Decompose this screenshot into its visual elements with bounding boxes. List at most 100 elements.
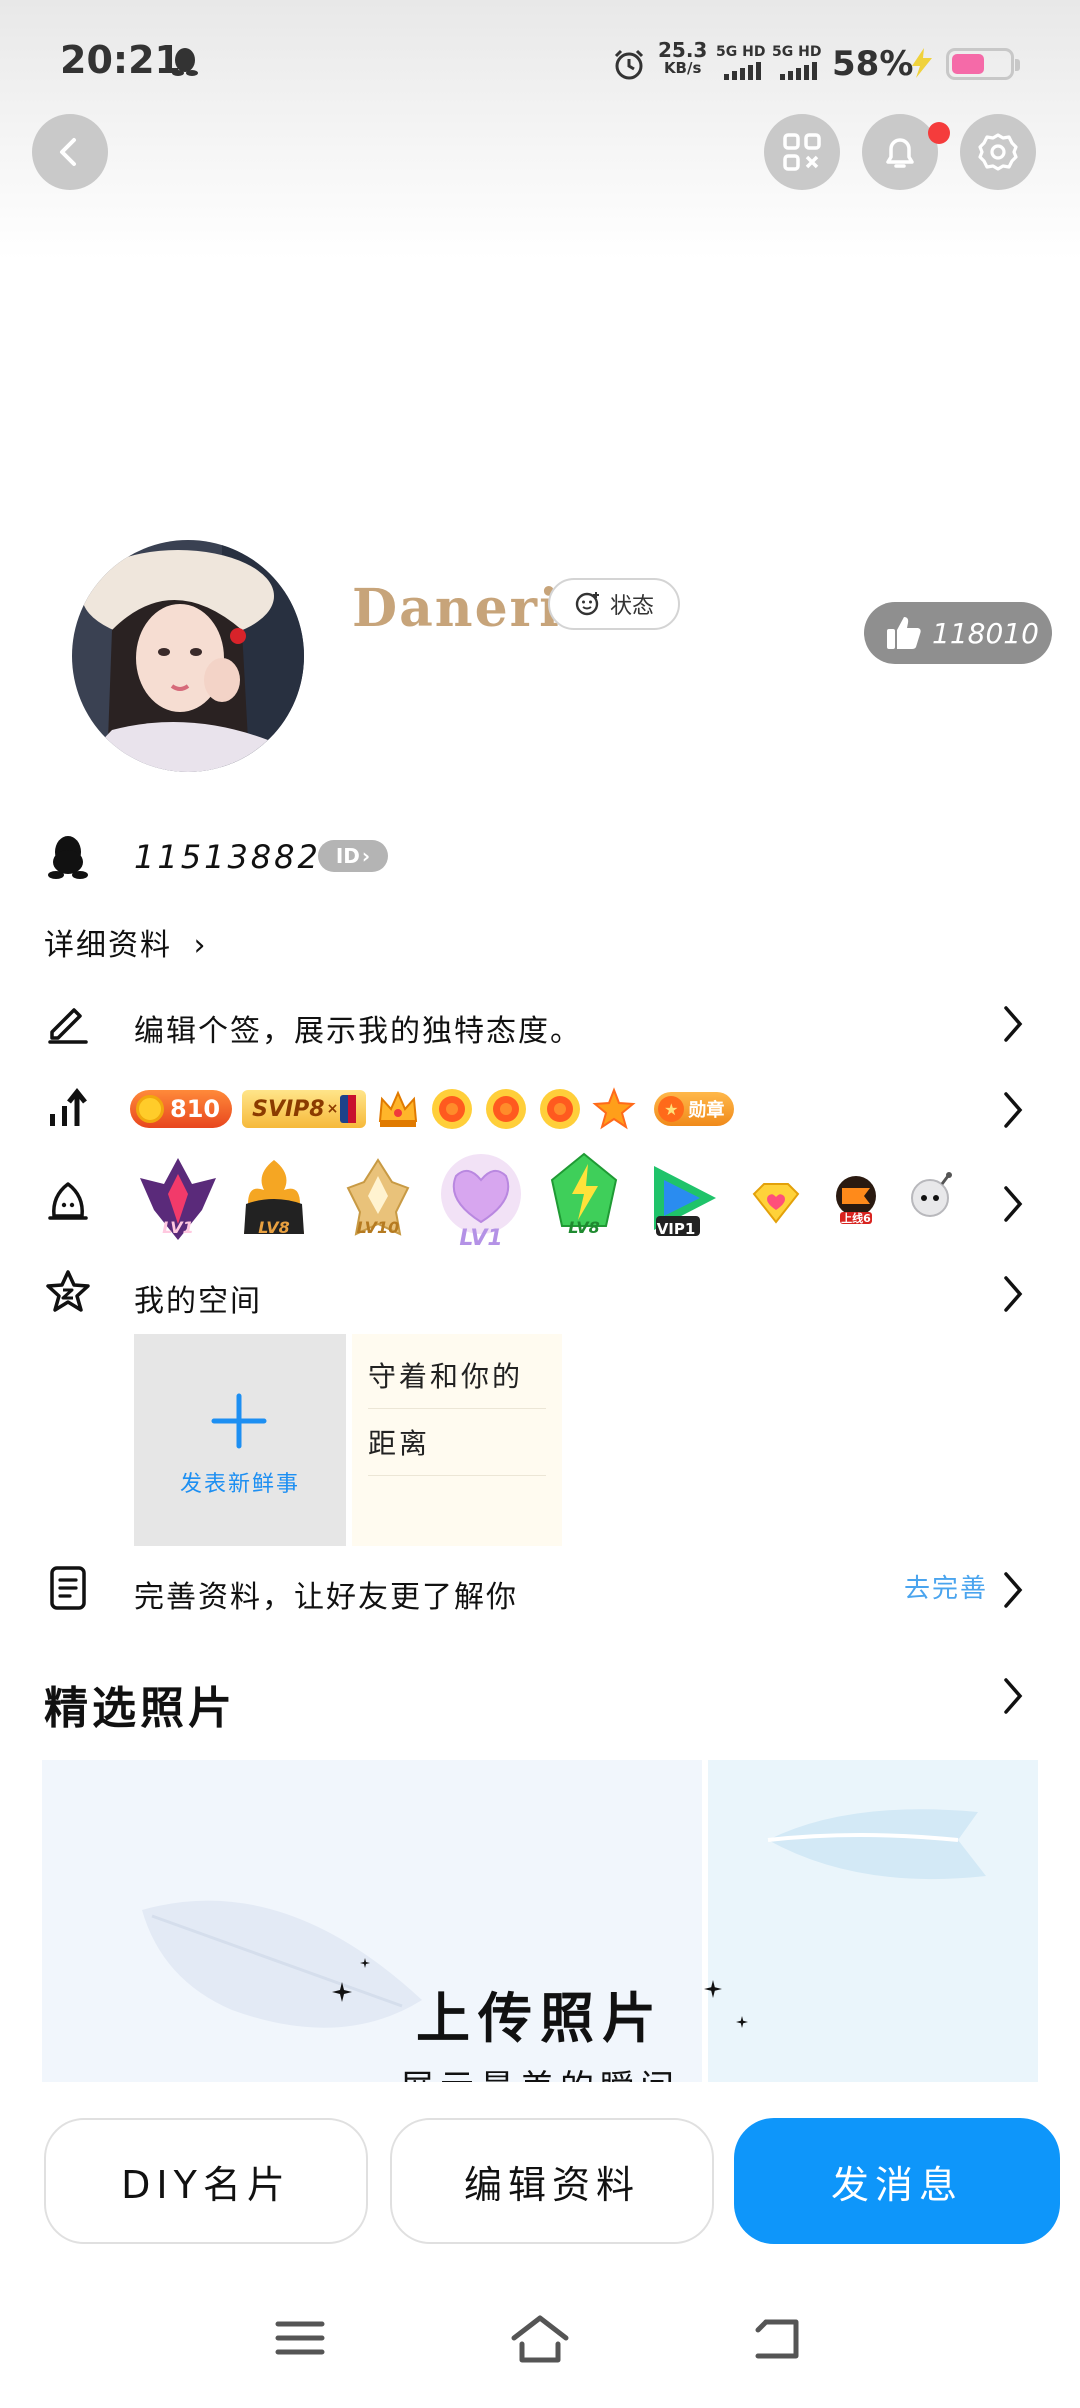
- detail-info-label: 详细资料: [44, 928, 172, 963]
- notification-dot: [928, 122, 950, 144]
- game-badge-6[interactable]: VIP1: [646, 1160, 722, 1240]
- space-post-line-2: 距离: [368, 1427, 546, 1476]
- notification-button[interactable]: [862, 114, 938, 190]
- chevron-right-icon: [1004, 1276, 1023, 1312]
- star-outline-icon: [46, 1270, 90, 1312]
- chevron-right-icon: [1004, 1006, 1023, 1042]
- sim2-label: 5G HD: [772, 44, 822, 60]
- game-badge-8[interactable]: 上线6: [830, 1172, 882, 1228]
- svip-badge: SVIP8 ×: [242, 1090, 367, 1128]
- send-message-label: 发消息: [830, 2162, 963, 2207]
- bell-icon: [886, 138, 914, 168]
- sparkle-icon: [360, 1958, 370, 1968]
- diamond-heart-icon: [752, 1183, 800, 1224]
- game-level-6: VIP1: [656, 1220, 696, 1238]
- qq-penguin-icon: [172, 48, 198, 76]
- edit-profile-label: 编辑资料: [463, 2162, 640, 2207]
- game-badge-2[interactable]: LV8: [234, 1154, 314, 1244]
- clock: 20:21: [60, 38, 181, 82]
- id-badge[interactable]: ID ›: [318, 840, 388, 872]
- svip-label: SVIP8: [252, 1096, 325, 1122]
- add-emoji-icon: [575, 592, 599, 616]
- space-post-card[interactable]: 守着和你的 距离: [352, 1334, 562, 1546]
- game-bell-icon: [48, 1182, 88, 1220]
- plus-icon: [211, 1393, 267, 1449]
- chevron-right-icon[interactable]: [1000, 1676, 1026, 1716]
- game-badge-5[interactable]: LV8: [544, 1150, 624, 1246]
- qq-level-value: 810: [170, 1095, 221, 1123]
- sun-icon: [540, 1089, 581, 1129]
- sun-icon: [432, 1089, 473, 1129]
- send-message-button[interactable]: 发消息: [734, 2118, 1060, 2244]
- sun-icon: [486, 1089, 527, 1129]
- game-badge-7[interactable]: [750, 1180, 802, 1226]
- menu-icon[interactable]: [274, 2318, 326, 2358]
- chevron-right-icon: [1004, 1186, 1023, 1222]
- status-label: 状态: [609, 594, 654, 619]
- upload-photo-subtitle: 展示最美的瞬间: [42, 2060, 1038, 2082]
- space-post-line-1: 守着和你的: [368, 1360, 546, 1409]
- qq-penguin-icon: [48, 836, 88, 879]
- avatar-photo: [72, 540, 304, 772]
- like-button[interactable]: 118010: [864, 602, 1052, 664]
- sim2-signal-icon: [780, 62, 817, 80]
- game-badge-1[interactable]: LV1: [136, 1154, 220, 1244]
- game-badge-4[interactable]: LV1: [436, 1150, 526, 1251]
- featured-photos-area[interactable]: 上传照片 展示最美的瞬间: [42, 1760, 1038, 2082]
- medal-label: 勋章: [688, 1100, 725, 1121]
- network-speed-unit: KB/s: [663, 59, 702, 77]
- my-space-row[interactable]: 我的空间: [0, 1266, 1080, 1326]
- star-icon: [592, 1087, 636, 1130]
- featured-photos-title: 精选照片: [44, 1683, 236, 1734]
- signature-row[interactable]: 编辑个签，展示我的独特态度。: [0, 994, 1080, 1054]
- diy-card-label: DIY名片: [121, 2162, 291, 2207]
- network-speed: 25.3 KB/s: [658, 40, 707, 76]
- id-badge-label: ID: [335, 844, 360, 868]
- game-badge-9[interactable]: [908, 1170, 954, 1220]
- battery-icon: [946, 48, 1020, 80]
- game-level-2: LV8: [258, 1218, 290, 1237]
- like-count: 118010: [932, 616, 1039, 650]
- upload-photo-title: 上传照片: [416, 1987, 664, 2050]
- nba-logo-icon: [340, 1095, 357, 1123]
- battery-percent: 58%: [832, 44, 914, 84]
- document-icon: [50, 1566, 86, 1610]
- game-level-3: LV10: [356, 1218, 400, 1237]
- qr-code-button[interactable]: [764, 114, 840, 190]
- back-button[interactable]: [32, 114, 108, 190]
- post-new-label: 发表新鲜事: [179, 1472, 300, 1497]
- detail-info-link[interactable]: 详细资料 ›: [44, 920, 208, 964]
- chevron-right-icon: [1004, 1572, 1023, 1608]
- game-badge-3[interactable]: LV10: [338, 1154, 418, 1244]
- settings-button[interactable]: [960, 114, 1036, 190]
- complete-profile-text: 完善资料，让好友更了解你: [134, 1580, 518, 1615]
- medal-icon: ★: [658, 1096, 685, 1122]
- game-level-1: LV1: [162, 1218, 194, 1237]
- status-bar: 20:21 25.3 KB/s 5G HD 5G HD 58%: [0, 0, 1080, 120]
- sim1-label: 5G HD: [716, 44, 766, 60]
- crown-icon: [379, 1090, 418, 1127]
- game-level-4: LV1: [459, 1226, 503, 1251]
- qq-level-badge: 810: [130, 1090, 233, 1128]
- charging-bolt-icon: [912, 48, 932, 78]
- game-level-5: LV8: [568, 1218, 600, 1237]
- medal-badge: ★ 勋章: [654, 1092, 735, 1126]
- post-new-card[interactable]: 发表新鲜事: [134, 1334, 346, 1546]
- my-space-label: 我的空间: [134, 1284, 262, 1319]
- alarm-icon: [614, 49, 644, 80]
- diy-card-button[interactable]: DIY名片: [44, 2118, 368, 2244]
- back-nav-icon[interactable]: [752, 2316, 804, 2362]
- status-button[interactable]: 状态: [548, 578, 680, 630]
- qr-code-icon: [783, 133, 821, 171]
- system-navigation-bar: [0, 2290, 1080, 2408]
- coin-icon: [136, 1095, 164, 1123]
- vip-badges: 810 SVIP8 × ★ 勋章: [130, 1084, 735, 1134]
- bomb-face-icon: [911, 1172, 952, 1217]
- edit-profile-button[interactable]: 编辑资料: [390, 2118, 714, 2244]
- home-icon[interactable]: [508, 2314, 572, 2364]
- avatar[interactable]: [72, 540, 304, 772]
- chevron-right-icon: ›: [193, 928, 208, 963]
- go-complete-link[interactable]: 去完善: [904, 1568, 988, 1605]
- game-level-8: 上线6: [841, 1212, 871, 1225]
- chevron-right-icon: [1004, 1092, 1023, 1128]
